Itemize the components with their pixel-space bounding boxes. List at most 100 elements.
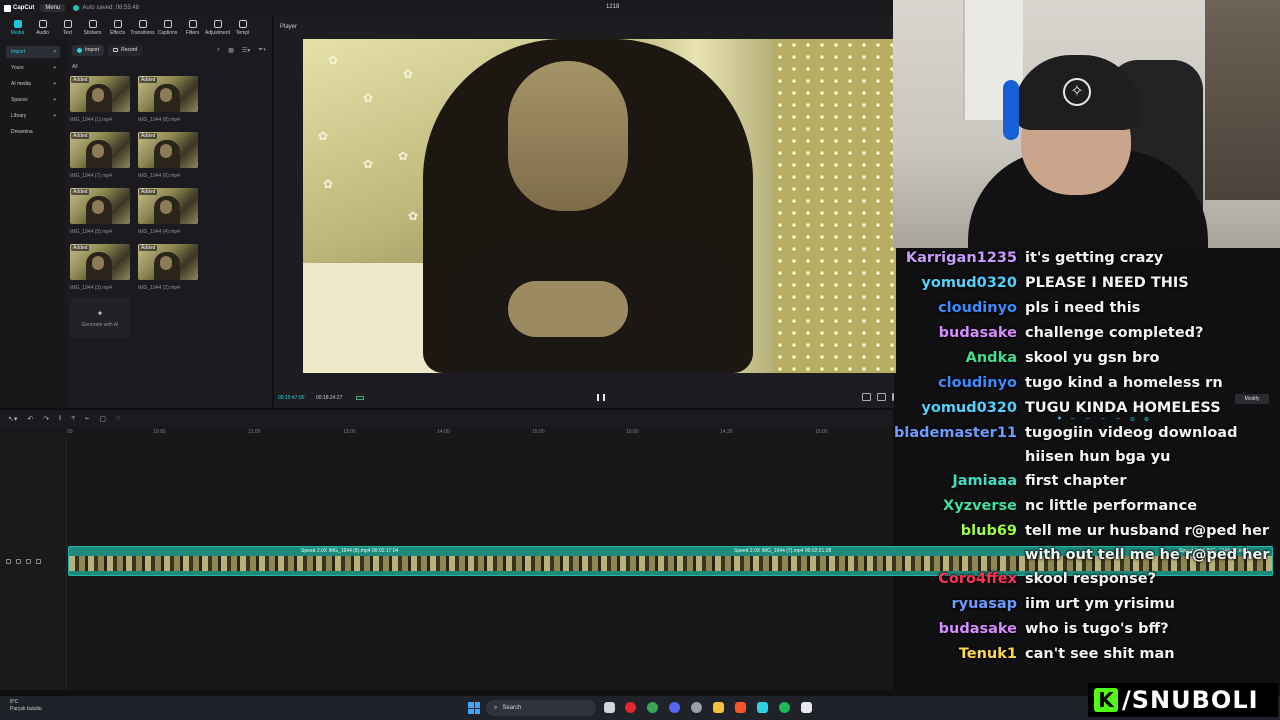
timeline-ruler[interactable]: 00 10:00 12:00 13:00 14:00 15:00 16:00 1…	[0, 427, 893, 438]
media-thumbnail[interactable]: Added	[70, 188, 130, 224]
media-thumbnail[interactable]: Added	[70, 244, 130, 280]
title-bar: CapCut Menu Auto saved: 08:55:48 1218	[0, 0, 893, 16]
chat-username: Xyzverse	[943, 498, 1017, 514]
tab-adjustment[interactable]: Adjustment	[205, 16, 230, 40]
chat-text: pls i need this	[1025, 300, 1141, 316]
marker-icon[interactable]: ◌	[116, 415, 120, 422]
sidebar-item-spaces[interactable]: Spaces ▾	[6, 94, 60, 106]
tab-label: Adjustment	[205, 30, 231, 36]
media-filter-all[interactable]: All	[72, 64, 78, 70]
ratio-icon[interactable]	[862, 393, 871, 401]
fit-icon[interactable]	[877, 393, 886, 401]
media-filename: IMG_1944 (3).mp4	[70, 285, 112, 291]
sidebar-item-import[interactable]: Import ▾	[6, 46, 60, 58]
app-icon[interactable]	[801, 702, 812, 713]
sidebar-item-library[interactable]: Library ▾	[6, 110, 60, 122]
task-view-icon[interactable]	[604, 702, 615, 713]
media-filename: IMG_1944 (7).mp4	[70, 173, 112, 179]
tab-effects[interactable]: Effects	[105, 16, 130, 40]
cover-icon[interactable]	[6, 559, 11, 564]
filters-icon	[188, 20, 197, 28]
tab-label: Templ	[235, 30, 250, 36]
steam-icon[interactable]	[691, 702, 702, 713]
brave-icon[interactable]	[735, 702, 746, 713]
weather-desc: Parçalı bulutlu	[10, 706, 42, 712]
spotify-icon[interactable]	[779, 702, 790, 713]
media-filename: IMG_1944 (4).mp4	[138, 229, 180, 235]
visibility-icon[interactable]	[26, 559, 31, 564]
tab-transitions[interactable]: Transitions	[130, 16, 155, 40]
sidebar-item-label: Spaces	[11, 97, 28, 103]
chat-text: first chapter	[1025, 473, 1127, 489]
media-thumbnail[interactable]: Added	[138, 244, 198, 280]
media-thumbnail[interactable]: Added	[138, 188, 198, 224]
trim-right-icon[interactable]: ⫦	[85, 415, 89, 423]
split-icon[interactable]: ⫲	[59, 415, 61, 423]
select-tool-icon[interactable]: ↖▾	[8, 415, 17, 423]
chat-username: yomud0320	[921, 275, 1017, 291]
fullscreen-icon[interactable]	[892, 393, 894, 401]
sidebar-item-label: Library	[11, 113, 27, 119]
pause-button[interactable]	[597, 393, 605, 403]
opera-icon[interactable]	[625, 702, 636, 713]
search-icon[interactable]: ⌕	[217, 47, 220, 54]
tab-stickers[interactable]: Stickers	[80, 16, 105, 40]
ruler-tick: 00	[67, 429, 73, 435]
added-badge: Added	[139, 245, 158, 251]
transitions-icon	[138, 20, 147, 28]
media-sidebar: Import ▾ Yours ▾ AI media ▾ Spaces ▾ Library…	[0, 40, 66, 408]
tab-captions[interactable]: Captions	[155, 16, 180, 40]
search-icon: ⌕	[494, 704, 498, 711]
import-button[interactable]: Import	[72, 44, 105, 56]
video-preview[interactable]: ✿✿ ✿✿ ✿✿ ✿✿ ✿✿	[303, 39, 896, 373]
windows-start-icon[interactable]	[468, 702, 480, 714]
timeline-tracks: Speed 2.0X IMG_1944 (8).mp4 00:02:17:04 …	[0, 438, 1273, 690]
capcut-taskbar-icon[interactable]	[757, 702, 768, 713]
record-label: Record	[121, 47, 138, 53]
media-thumbnail[interactable]: Added	[70, 76, 130, 112]
sidebar-item-dreamina[interactable]: Dreamina	[6, 126, 60, 138]
fairy-lights	[773, 39, 896, 373]
media-filename: IMG_1944 (6).mp4	[138, 173, 180, 179]
redo-icon[interactable]: ↷	[43, 415, 49, 423]
chat-text: tell me ur husband r@ped her with out te…	[1025, 523, 1270, 563]
media-thumbnail[interactable]: Added	[138, 76, 198, 112]
grid-view-icon[interactable]: ▦	[228, 47, 234, 54]
chat-text: it's getting crazy	[1025, 250, 1164, 266]
filter-icon[interactable]: ⏷▾	[258, 47, 266, 54]
chat-text: who is tugo's bff?	[1025, 621, 1169, 637]
lock-icon[interactable]	[16, 559, 21, 564]
added-badge: Added	[71, 77, 90, 83]
media-thumbnail[interactable]: Added	[70, 132, 130, 168]
tab-label: Media	[10, 30, 25, 36]
media-thumbnail[interactable]: Added	[138, 132, 198, 168]
trim-left-icon[interactable]: ⫧	[71, 415, 75, 423]
tab-media[interactable]: Media	[5, 16, 30, 40]
tab-text[interactable]: Text	[55, 16, 80, 40]
chat-username: budasake	[938, 621, 1017, 637]
chrome-icon[interactable]	[647, 702, 658, 713]
tab-templates[interactable]: Templ	[230, 16, 255, 40]
sort-icon[interactable]: ☰▾	[242, 47, 250, 54]
player-controls: 00:15:47:00 00:18:24:27	[274, 390, 894, 406]
delete-icon[interactable]: ▢	[99, 415, 106, 423]
playback-range-icon	[356, 396, 364, 400]
generate-with-ai-button[interactable]: ✦ Generate with AI	[70, 298, 130, 338]
tab-label: Transitions	[130, 30, 155, 36]
undo-icon[interactable]: ↶	[27, 415, 33, 423]
tab-filters[interactable]: Filters	[180, 16, 205, 40]
discord-icon[interactable]	[669, 702, 680, 713]
mute-icon[interactable]	[36, 559, 41, 564]
menu-button[interactable]: Menu	[40, 4, 66, 12]
file-explorer-icon[interactable]	[713, 702, 724, 713]
kick-logo-icon: K	[1094, 688, 1118, 712]
sidebar-item-yours[interactable]: Yours ▾	[6, 62, 60, 74]
weather-widget[interactable]: 8°C Parçalı bulutlu	[10, 699, 42, 713]
sidebar-item-ai-media[interactable]: AI media ▾	[6, 78, 60, 90]
chat-username: Andka	[965, 350, 1017, 366]
taskbar-search[interactable]: ⌕ Search	[486, 700, 596, 716]
record-button[interactable]: Record	[108, 44, 143, 56]
chat-username: blademaster11	[894, 425, 1017, 441]
chevron-down-icon: ▾	[53, 81, 56, 87]
tab-audio[interactable]: Audio	[30, 16, 55, 40]
